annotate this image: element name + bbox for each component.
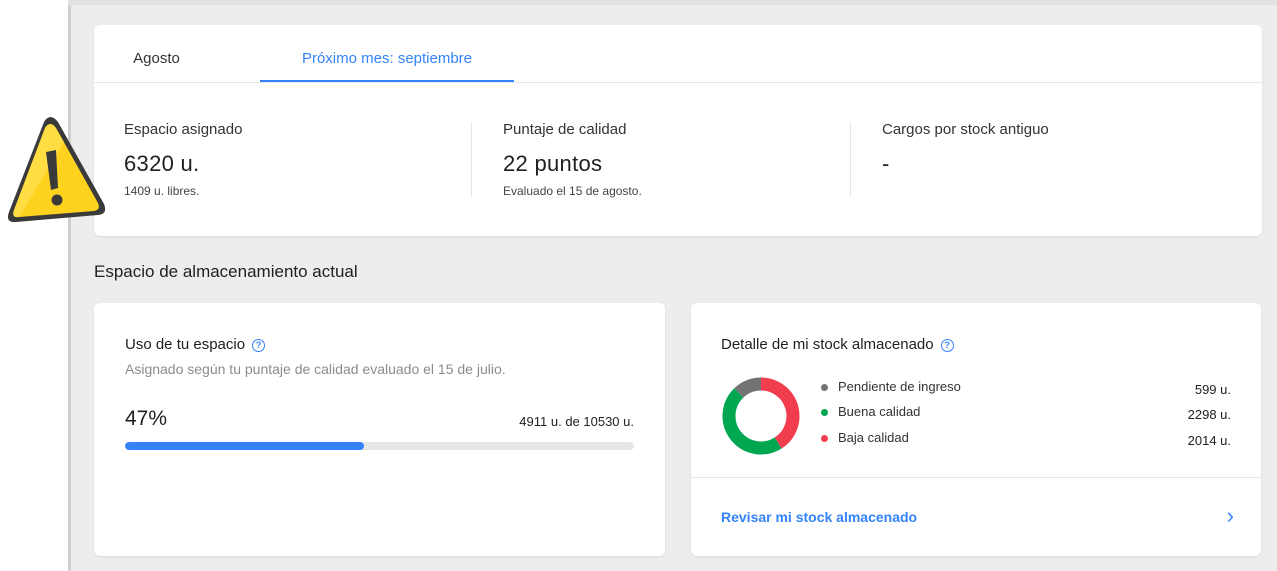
usage-progress-bar [125, 442, 634, 450]
help-icon[interactable]: ? [252, 338, 266, 352]
legend-value: 599 u. [1194, 382, 1231, 397]
legend-item-baja: Baja calidad 2014 u. [821, 430, 1231, 450]
help-icon[interactable]: ? [940, 338, 954, 352]
detail-title-row: Detalle de mi stock almacenado? [721, 336, 954, 353]
legend-item-pendiente: Pendiente de ingreso 599 u. [821, 379, 1231, 399]
legend-dot [821, 409, 828, 416]
legend-label: Buena calidad [838, 404, 921, 419]
donut-slice-buena [722, 388, 782, 455]
donut-slice-pendiente [734, 377, 762, 398]
metric-subtext: 1409 u. libres. [124, 184, 200, 198]
usage-title-row: Uso de tu espacio? [125, 336, 266, 353]
legend-value: 2298 u. [1187, 407, 1231, 422]
metric-subtext: Evaluado el 15 de agosto. [503, 184, 642, 198]
usage-subtitle: Asignado según tu puntaje de calidad eva… [125, 361, 506, 377]
stock-donut-chart [722, 377, 800, 455]
tab-agosto[interactable]: Agosto [94, 25, 219, 82]
legend-dot [821, 435, 828, 442]
top-divider [68, 0, 1277, 5]
usage-units: 4911 u. de 10530 u. [519, 414, 634, 429]
card-divider [691, 477, 1261, 478]
usage-percent: 47% [125, 407, 168, 430]
metric-label: Cargos por stock antiguo [882, 121, 1049, 138]
legend-item-buena: Buena calidad 2298 u. [821, 404, 1231, 424]
review-stock-link[interactable]: Revisar mi stock almacenado [721, 509, 917, 525]
month-tabs: Agosto Próximo mes: septiembre [94, 25, 1262, 83]
legend-label: Baja calidad [838, 430, 909, 445]
metric-value: - [882, 151, 890, 176]
legend-dot [821, 384, 828, 391]
stock-detail-card: Detalle de mi stock almacenado? Pendient… [691, 303, 1261, 556]
warning-triangle-icon [7, 117, 106, 223]
usage-progress-fill [125, 442, 365, 450]
section-title: Espacio de almacenamiento actual [94, 262, 358, 281]
metric-value: 22 puntos [503, 151, 603, 176]
metric-label: Puntaje de calidad [503, 121, 627, 138]
metric-puntaje-calidad: Puntaje de calidad 22 puntos Evaluado el… [503, 121, 843, 198]
metric-divider [471, 122, 472, 197]
donut-slice-baja [760, 377, 800, 449]
legend-label: Pendiente de ingreso [838, 379, 961, 394]
summary-card: Agosto Próximo mes: septiembre Espacio a… [94, 25, 1262, 236]
usage-title: Uso de tu espacio [125, 336, 246, 353]
metric-cargos-stock-antiguo: Cargos por stock antiguo - [882, 121, 1222, 184]
tab-proximo-mes[interactable]: Próximo mes: septiembre [260, 25, 514, 82]
metric-label: Espacio asignado [124, 121, 243, 138]
chevron-right-icon[interactable]: › [1227, 503, 1234, 529]
detail-title: Detalle de mi stock almacenado [721, 336, 934, 353]
usage-card: Uso de tu espacio? Asignado según tu pun… [94, 303, 665, 556]
legend-value: 2014 u. [1187, 433, 1231, 448]
metric-value: 6320 u. [124, 151, 200, 176]
metric-divider [850, 122, 851, 197]
metric-espacio-asignado: Espacio asignado 6320 u. 1409 u. libres. [124, 121, 464, 198]
